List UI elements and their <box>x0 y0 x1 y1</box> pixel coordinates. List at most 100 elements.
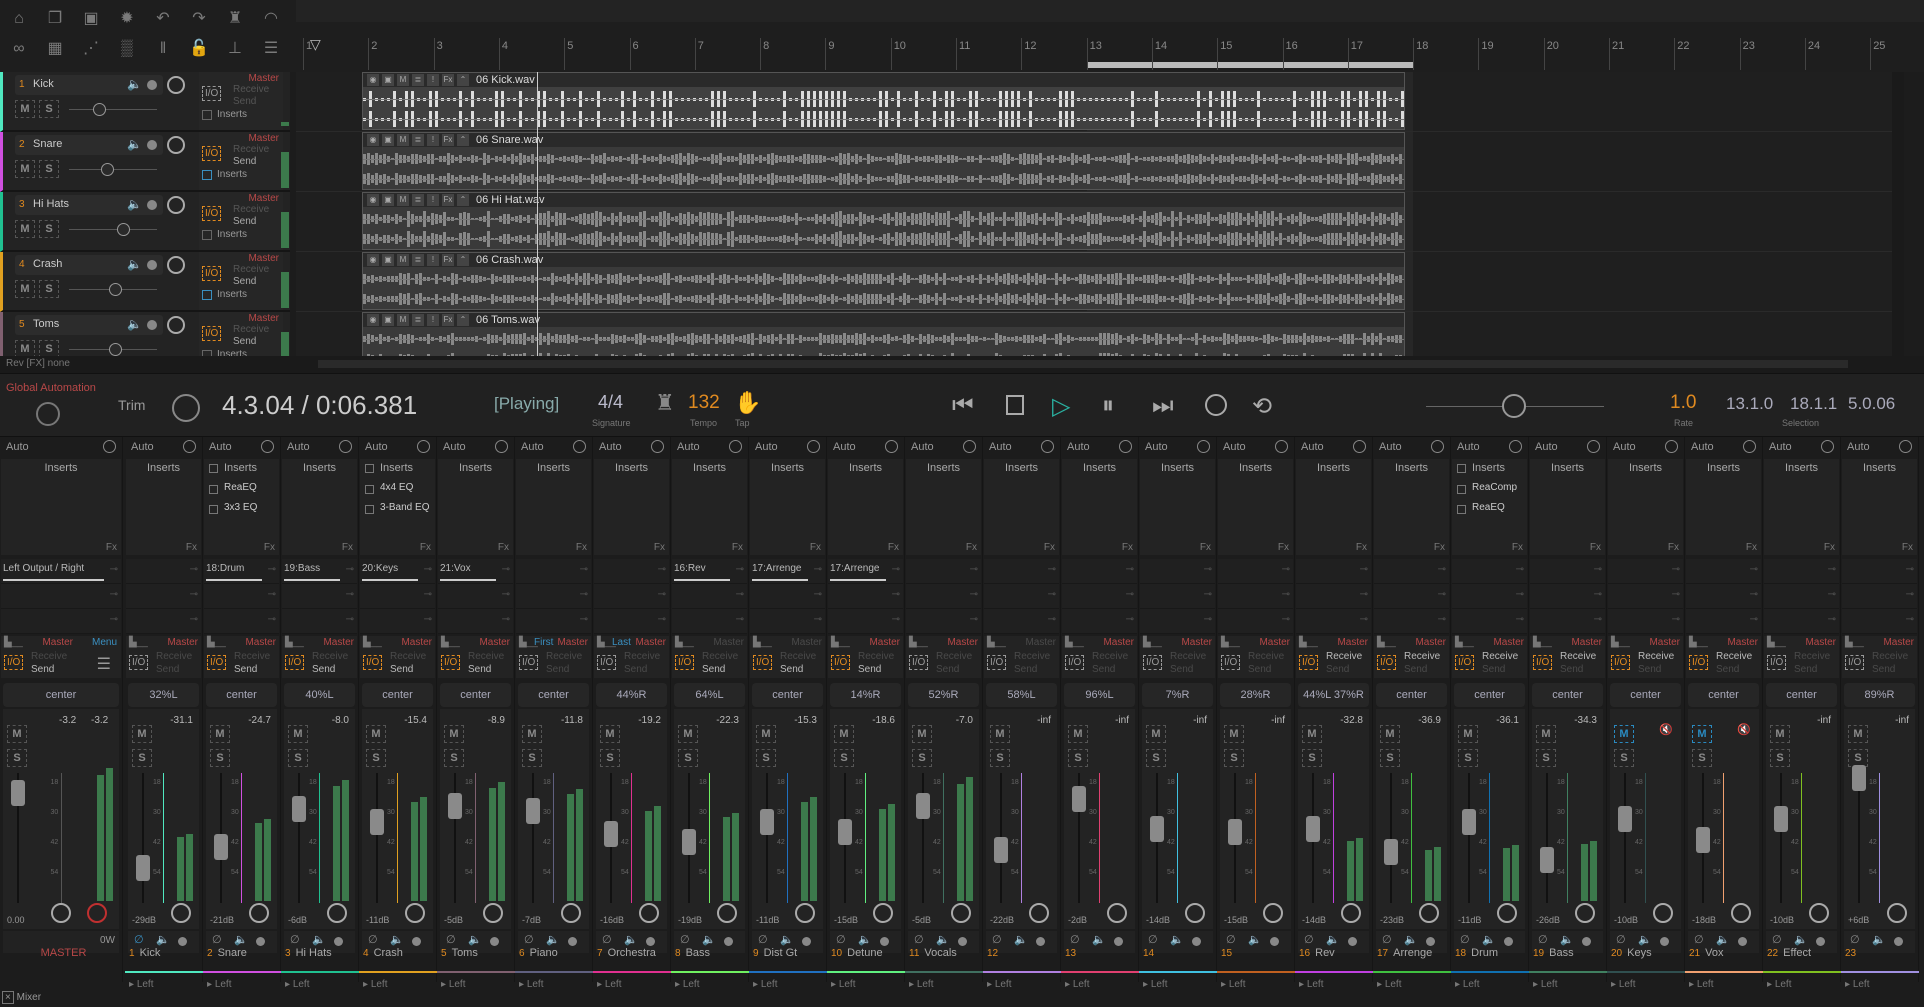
selection-start[interactable]: 13.1.0 <box>1726 394 1794 414</box>
plug-icon[interactable]: ⊸ <box>892 564 900 575</box>
send-slot[interactable]: ⊸ <box>360 609 435 634</box>
fx-icon[interactable]: Fx <box>442 254 454 266</box>
io-button[interactable]: I/O <box>129 655 149 670</box>
volume-readout[interactable]: -5dB <box>912 915 931 925</box>
send-slot[interactable]: ⊸ <box>1062 609 1137 634</box>
plug-icon[interactable]: ⊸ <box>1282 614 1290 625</box>
automation-icon[interactable] <box>573 440 586 453</box>
record-arm-icon[interactable] <box>490 937 499 946</box>
input-selector[interactable]: ▸ Left <box>1455 979 1480 990</box>
strip-name-row[interactable]: 12 <box>983 947 1061 973</box>
peak-readout[interactable]: -inf <box>1895 715 1909 726</box>
phase-invert-icon[interactable]: ∅ <box>368 933 378 946</box>
phase-invert-icon[interactable]: ∅ <box>1148 933 1158 946</box>
track-name-box[interactable]: 2 Snare 🔈 <box>15 135 163 155</box>
volume-fader[interactable] <box>1072 785 1086 812</box>
speaker-icon[interactable]: 🔈 <box>156 933 170 946</box>
strip-name-row[interactable]: 7 Orchestra <box>593 947 671 973</box>
master-send-toggle[interactable]: Master <box>869 637 900 648</box>
undo-icon[interactable]: ↶ <box>152 8 174 30</box>
automation-icon[interactable] <box>1665 440 1678 453</box>
solo-button[interactable]: S <box>288 749 308 767</box>
send-slot[interactable]: 19:Bass ⊸ <box>282 559 357 584</box>
folder-icon[interactable]: ▙__ <box>675 637 694 648</box>
inserts-checkbox[interactable] <box>202 170 212 180</box>
volume-fader[interactable] <box>370 808 384 835</box>
peak-readout[interactable]: -15.3 <box>794 715 817 726</box>
lock-icon[interactable]: 🔓 <box>188 38 210 60</box>
plug-icon[interactable]: ⊸ <box>110 589 118 600</box>
width-knob[interactable] <box>1575 903 1595 923</box>
pan-display[interactable]: center <box>440 683 511 707</box>
volume-fader[interactable] <box>916 793 930 820</box>
input-selector[interactable]: ▸ Left <box>1533 979 1558 990</box>
lock-icon[interactable]: ▣ <box>382 74 394 86</box>
inserts-panel[interactable]: Inserts Fx <box>282 459 357 555</box>
send-slot[interactable]: ⊸ <box>204 609 279 634</box>
folder-icon[interactable]: ▙__ <box>909 637 928 648</box>
io-button[interactable]: I/O <box>202 146 222 161</box>
inserts-panel[interactable]: Inserts Fx <box>1764 459 1839 555</box>
plug-icon[interactable]: ⊸ <box>1516 589 1524 600</box>
volume-readout[interactable]: -11dB <box>1458 915 1481 925</box>
output-label[interactable]: 17:Arrenge <box>830 563 879 574</box>
inserts-panel[interactable]: Inserts ReaEQ 3x3 EQ Fx <box>204 459 279 555</box>
master-send-toggle[interactable]: Master <box>167 637 198 648</box>
fader-track[interactable] <box>532 773 534 903</box>
folder-icon[interactable]: ▙__ <box>1377 637 1396 648</box>
pan-display[interactable]: center <box>3 683 119 707</box>
pan-display[interactable]: 44%L 37%R <box>1298 683 1369 707</box>
master-limit-knob[interactable] <box>87 903 107 923</box>
plug-icon[interactable]: ⊸ <box>1282 589 1290 600</box>
record-button[interactable] <box>1205 394 1227 416</box>
volume-readout[interactable]: -21dB <box>210 915 234 925</box>
plug-icon[interactable]: ⊸ <box>502 564 510 575</box>
inserts-panel[interactable]: Inserts Fx <box>1296 459 1371 555</box>
record-arm-icon[interactable] <box>256 937 265 946</box>
automation-icon[interactable] <box>963 440 976 453</box>
master-send-label[interactable]: Master <box>248 133 279 144</box>
mute-button[interactable]: M <box>1770 725 1790 743</box>
input-selector[interactable]: ▸ Left <box>441 979 466 990</box>
plug-icon[interactable]: ⊸ <box>1672 589 1680 600</box>
pan-display[interactable]: center <box>1688 683 1759 707</box>
plug-icon[interactable]: ⊸ <box>736 614 744 625</box>
inserts-label[interactable]: Inserts <box>217 349 247 356</box>
plug-icon[interactable]: ⊸ <box>1828 564 1836 575</box>
mute-button[interactable]: M <box>1458 725 1478 743</box>
folder-icon[interactable]: ▙__ <box>1845 637 1864 648</box>
pan-display[interactable]: center <box>1532 683 1603 707</box>
global-automation-label[interactable]: Global Automation <box>6 382 96 394</box>
send-slot[interactable]: ⊸ <box>750 584 825 609</box>
volume-readout[interactable]: -2dB <box>1068 915 1087 925</box>
automation-icon[interactable] <box>183 440 196 453</box>
send-slot[interactable]: ⊸ <box>1686 559 1761 584</box>
inserts-checkbox[interactable] <box>202 230 212 240</box>
fx-icon[interactable]: Fx <box>442 194 454 206</box>
play-button[interactable]: ▷ <box>1052 392 1070 421</box>
master-send-label[interactable]: Master <box>248 253 279 264</box>
record-arm-icon[interactable] <box>1036 937 1045 946</box>
volume-readout[interactable]: -11dB <box>366 915 389 925</box>
send-slot[interactable]: 17:Arrenge ⊸ <box>750 559 825 584</box>
automation-mode[interactable]: Auto <box>1691 441 1714 453</box>
peak-readout[interactable]: -15.4 <box>404 715 427 726</box>
automation-icon[interactable] <box>1353 440 1366 453</box>
output-label[interactable]: 17:Arrenge <box>752 563 801 574</box>
inserts-panel[interactable]: Inserts Fx <box>828 459 903 555</box>
plug-icon[interactable]: ⊸ <box>1204 564 1212 575</box>
speaker-icon[interactable]: 🔈 <box>390 933 404 946</box>
solo-button[interactable]: S <box>1458 749 1478 767</box>
volume-fader[interactable] <box>292 795 306 822</box>
pan-display[interactable]: center <box>206 683 277 707</box>
send-slot[interactable]: ⊸ <box>1530 584 1605 609</box>
volume-readout[interactable]: +6dB <box>1848 915 1869 925</box>
fx-button[interactable]: Fx <box>1668 542 1679 553</box>
automation-icon[interactable] <box>1197 440 1210 453</box>
io-button[interactable]: I/O <box>831 655 851 670</box>
volume-slider-handle[interactable] <box>109 283 122 296</box>
solo-button[interactable]: S <box>678 749 698 767</box>
speaker-icon[interactable]: 🔈 <box>1092 933 1106 946</box>
peak-readout[interactable]: -24.7 <box>248 715 271 726</box>
speaker-icon[interactable]: 🔈 <box>127 77 142 91</box>
